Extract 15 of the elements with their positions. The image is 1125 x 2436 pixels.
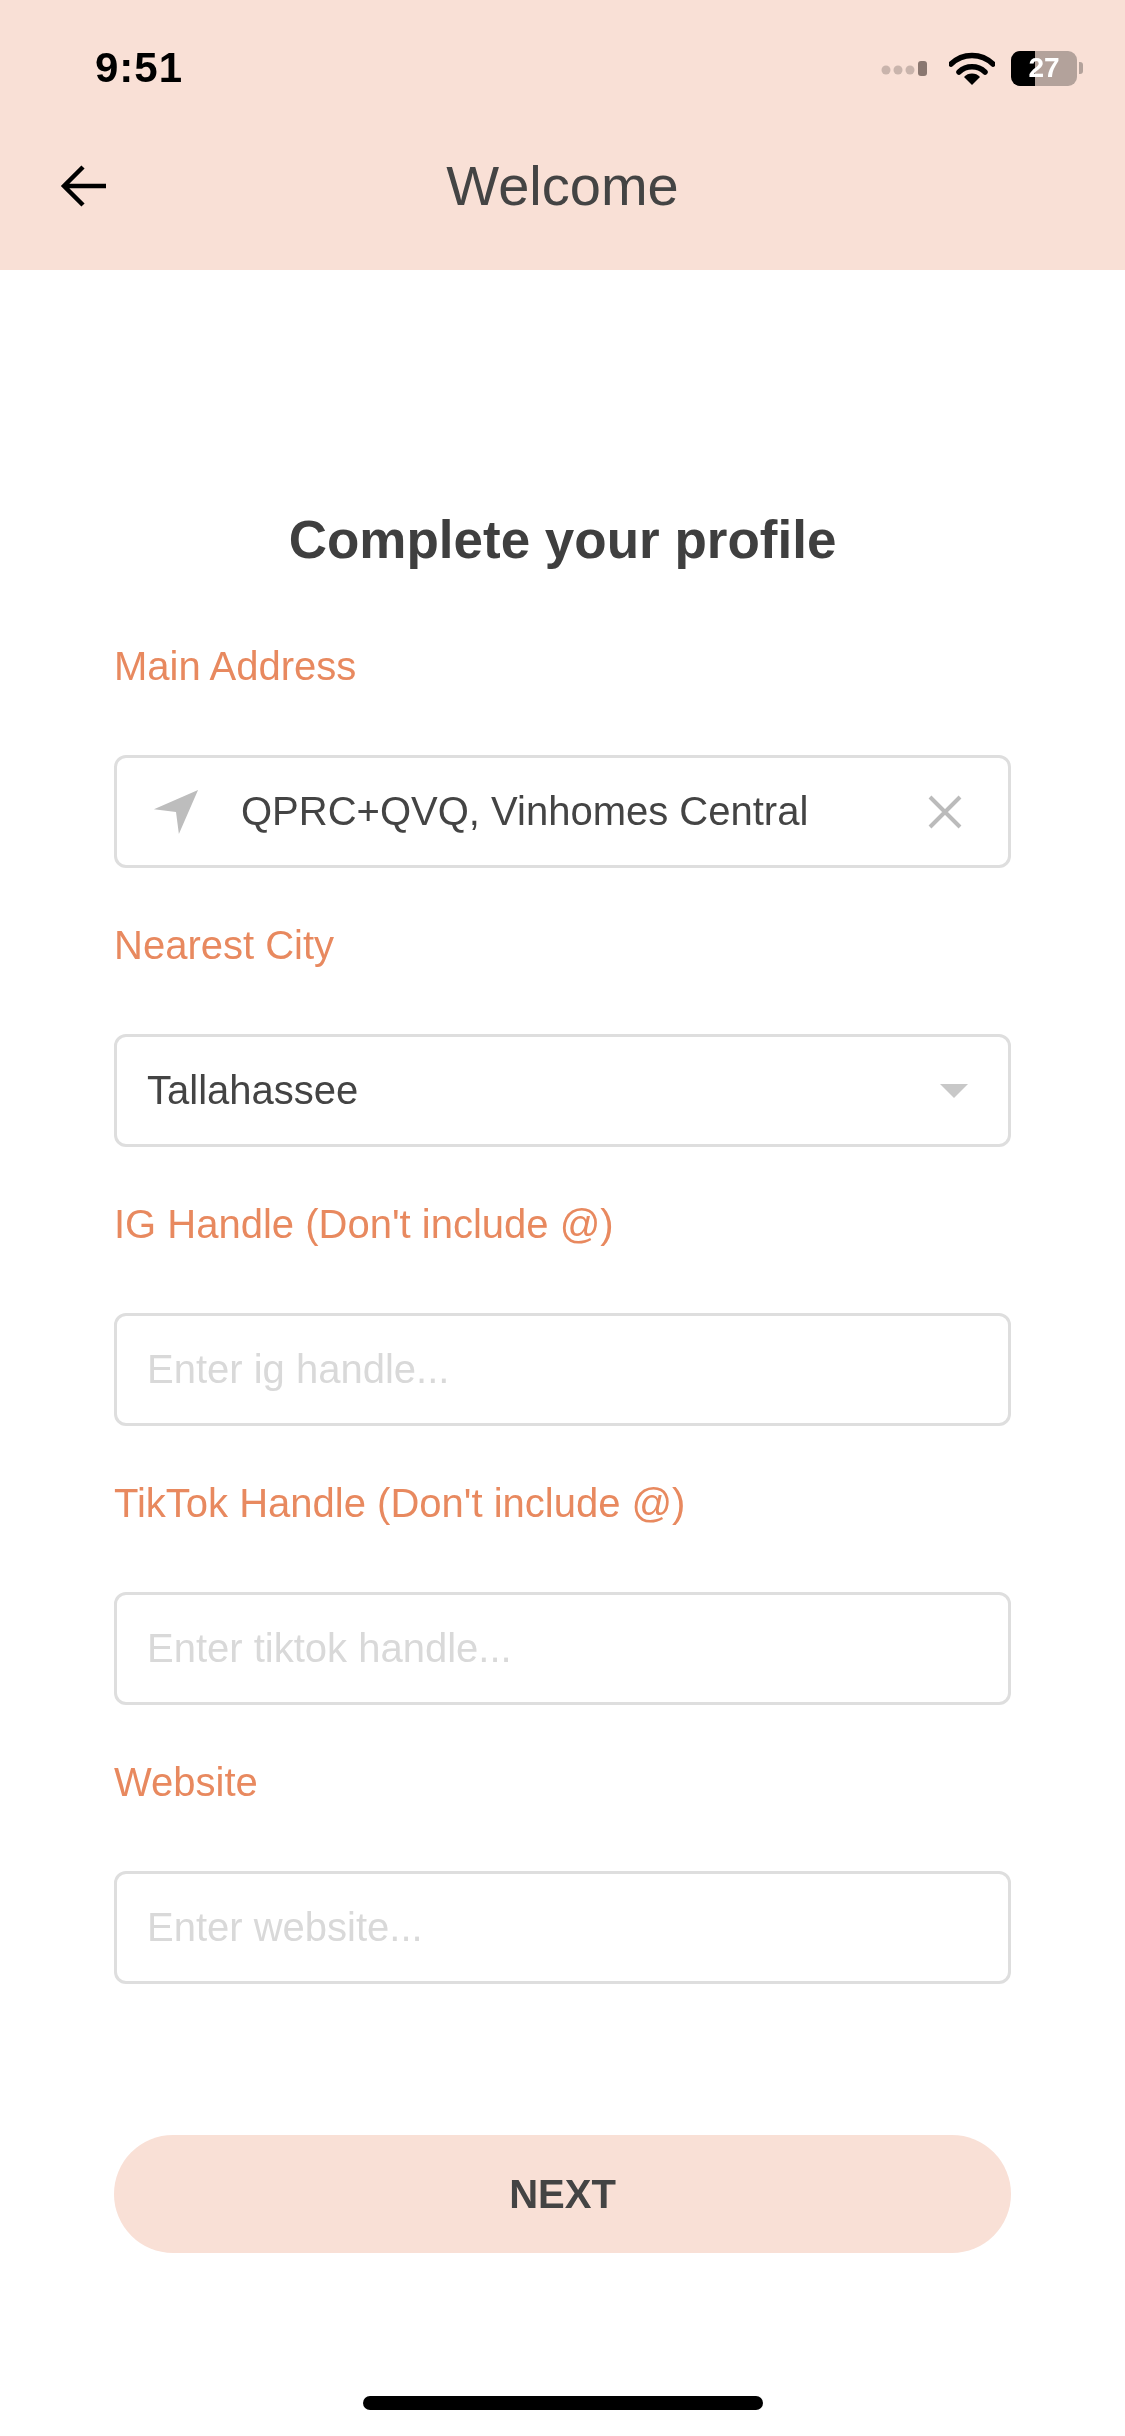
field-label: Main Address (114, 643, 358, 690)
field-label: Nearest City (114, 922, 336, 969)
form-heading: Complete your profile (287, 509, 838, 571)
field-label: TikTok Handle (Don't include @) (114, 1480, 687, 1527)
field-label: IG Handle (Don't include @) (114, 1201, 615, 1248)
status-time: 9:51 (95, 44, 184, 92)
next-button[interactable]: NEXT (114, 2135, 1011, 2253)
page-title: Welcome (446, 153, 679, 219)
wifi-icon (949, 51, 995, 85)
location-arrow-icon (153, 788, 199, 835)
address-field[interactable]: QPRC+QVQ, Vinhomes Central (114, 755, 1011, 868)
city-dropdown[interactable]: Tallahassee (114, 1034, 1011, 1147)
caret-icon (940, 1083, 968, 1098)
field-label: Website (114, 1759, 259, 1806)
back-arrow-icon[interactable] (60, 164, 108, 208)
